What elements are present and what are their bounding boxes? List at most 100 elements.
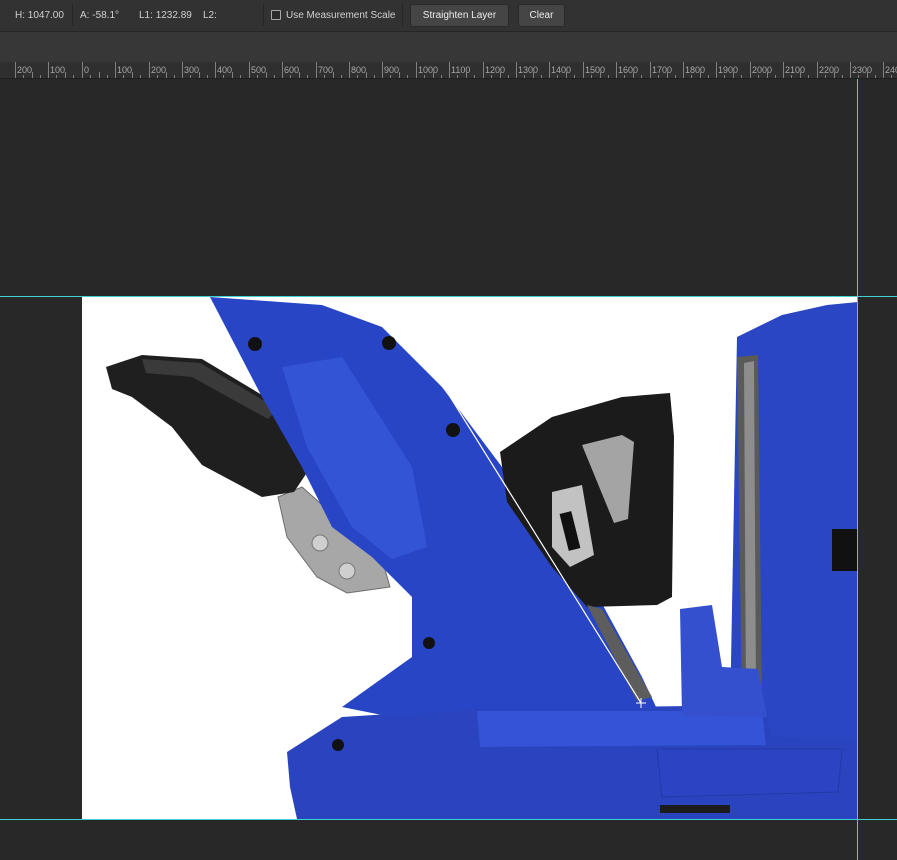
ruler-minor-tick: [591, 75, 592, 78]
ruler-minor-tick: [157, 75, 158, 78]
ruler-major-tick: [149, 62, 150, 78]
ruler-minor-tick: [867, 72, 868, 78]
ruler-minor-tick: [566, 72, 567, 78]
ruler-minor-tick: [691, 75, 692, 78]
ruler-minor-tick: [775, 75, 776, 78]
angle-readout: A: -58.1°: [80, 10, 120, 21]
ruler-label: 1000: [418, 65, 439, 75]
ruler-label: 1400: [551, 65, 572, 75]
ruler-minor-tick: [441, 75, 442, 78]
document-tab-bar: [0, 32, 897, 63]
ruler-major-tick: [716, 62, 717, 78]
ruler-minor-tick: [223, 75, 224, 78]
ruler-label: 1300: [518, 65, 539, 75]
ruler-minor-tick: [190, 75, 191, 78]
divider: [263, 4, 264, 26]
horizontal-ruler[interactable]: 200 100 0 100 200 300 400 500 600 700 800 900 1000 11…: [0, 62, 897, 79]
ruler-minor-tick: [466, 72, 467, 78]
ruler-minor-tick: [533, 72, 534, 78]
ruler-major-tick: [616, 62, 617, 78]
ruler-major-tick: [316, 62, 317, 78]
ruler-major-tick: [817, 62, 818, 78]
measurement-scale-label[interactable]: Use Measurement Scale: [286, 10, 396, 21]
ruler-label: 0: [84, 65, 90, 75]
ruler-minor-tick: [808, 75, 809, 78]
ruler-minor-tick: [407, 75, 408, 78]
ruler-major-tick: [850, 62, 851, 78]
ruler-minor-tick: [574, 75, 575, 78]
clear-button[interactable]: Clear: [518, 4, 565, 27]
ruler-minor-tick: [667, 72, 668, 78]
ruler-minor-tick: [741, 75, 742, 78]
ruler-minor-tick: [675, 75, 676, 78]
ruler-minor-tick: [23, 75, 24, 78]
ruler-minor-tick: [708, 75, 709, 78]
ruler-minor-tick: [557, 75, 558, 78]
ruler-label: 1500: [585, 65, 606, 75]
guide-horizontal-bottom[interactable]: [0, 819, 897, 820]
ruler-label: 300: [184, 65, 200, 75]
ruler-minor-tick: [240, 75, 241, 78]
ruler-major-tick: [883, 62, 884, 78]
ruler-label: 1100: [451, 65, 471, 75]
ruler-minor-tick: [658, 75, 659, 78]
ruler-minor-tick: [99, 72, 100, 78]
ruler-minor-tick: [834, 72, 835, 78]
ruler-minor-tick: [390, 75, 391, 78]
guide-vertical-right[interactable]: [857, 79, 858, 860]
ruler-minor-tick: [608, 75, 609, 78]
ruler-minor-tick: [166, 72, 167, 78]
ruler-major-tick: [215, 62, 216, 78]
ruler-minor-tick: [700, 72, 701, 78]
ruler-minor-tick: [199, 72, 200, 78]
height-readout: H: 1047.00: [15, 10, 64, 21]
ruler-minor-tick: [508, 75, 509, 78]
ruler-minor-tick: [341, 75, 342, 78]
ruler-label: 1600: [618, 65, 639, 75]
ruler-major-tick: [182, 62, 183, 78]
ruler-minor-tick: [207, 75, 208, 78]
measurement-scale-checkbox[interactable]: [271, 10, 281, 20]
ruler-label: 600: [284, 65, 300, 75]
ruler-minor-tick: [524, 75, 525, 78]
ruler-minor-tick: [641, 75, 642, 78]
ruler-minor-tick: [474, 75, 475, 78]
ruler-minor-tick: [290, 75, 291, 78]
ruler-major-tick: [349, 62, 350, 78]
ruler-minor-tick: [274, 75, 275, 78]
ruler-minor-tick: [73, 75, 74, 78]
ruler-label: 400: [217, 65, 233, 75]
ruler-minor-tick: [433, 72, 434, 78]
ruler-label: 1700: [652, 65, 673, 75]
ruler-major-tick: [48, 62, 49, 78]
ruler-minor-tick: [724, 75, 725, 78]
ruler-label: 200: [17, 65, 33, 75]
ruler-major-tick: [483, 62, 484, 78]
ruler-minor-tick: [140, 75, 141, 78]
ruler-label: 2000: [752, 65, 773, 75]
ruler-label: 1200: [485, 65, 506, 75]
ruler-label: 100: [50, 65, 66, 75]
ruler-minor-tick: [624, 75, 625, 78]
ruler-minor-tick: [299, 72, 300, 78]
ruler-minor-tick: [32, 72, 33, 78]
document-image[interactable]: [82, 297, 858, 819]
ruler-minor-tick: [457, 75, 458, 78]
ruler-major-tick: [249, 62, 250, 78]
ruler-major-tick: [516, 62, 517, 78]
guide-horizontal-top[interactable]: [0, 296, 897, 297]
ruler-major-tick: [449, 62, 450, 78]
ruler-minor-tick: [733, 72, 734, 78]
length1-readout: L1: 1232.89: [139, 10, 192, 21]
ruler-label: 1800: [685, 65, 706, 75]
ruler-major-tick: [115, 62, 116, 78]
ruler-label: 700: [318, 65, 334, 75]
ruler-major-tick: [416, 62, 417, 78]
ruler-minor-tick: [374, 75, 375, 78]
ruler-major-tick: [15, 62, 16, 78]
ruler-label: 2200: [819, 65, 840, 75]
ruler-minor-tick: [491, 75, 492, 78]
straighten-layer-button[interactable]: Straighten Layer: [410, 4, 509, 27]
ruler-label: 2300: [852, 65, 873, 75]
ruler-minor-tick: [107, 75, 108, 78]
